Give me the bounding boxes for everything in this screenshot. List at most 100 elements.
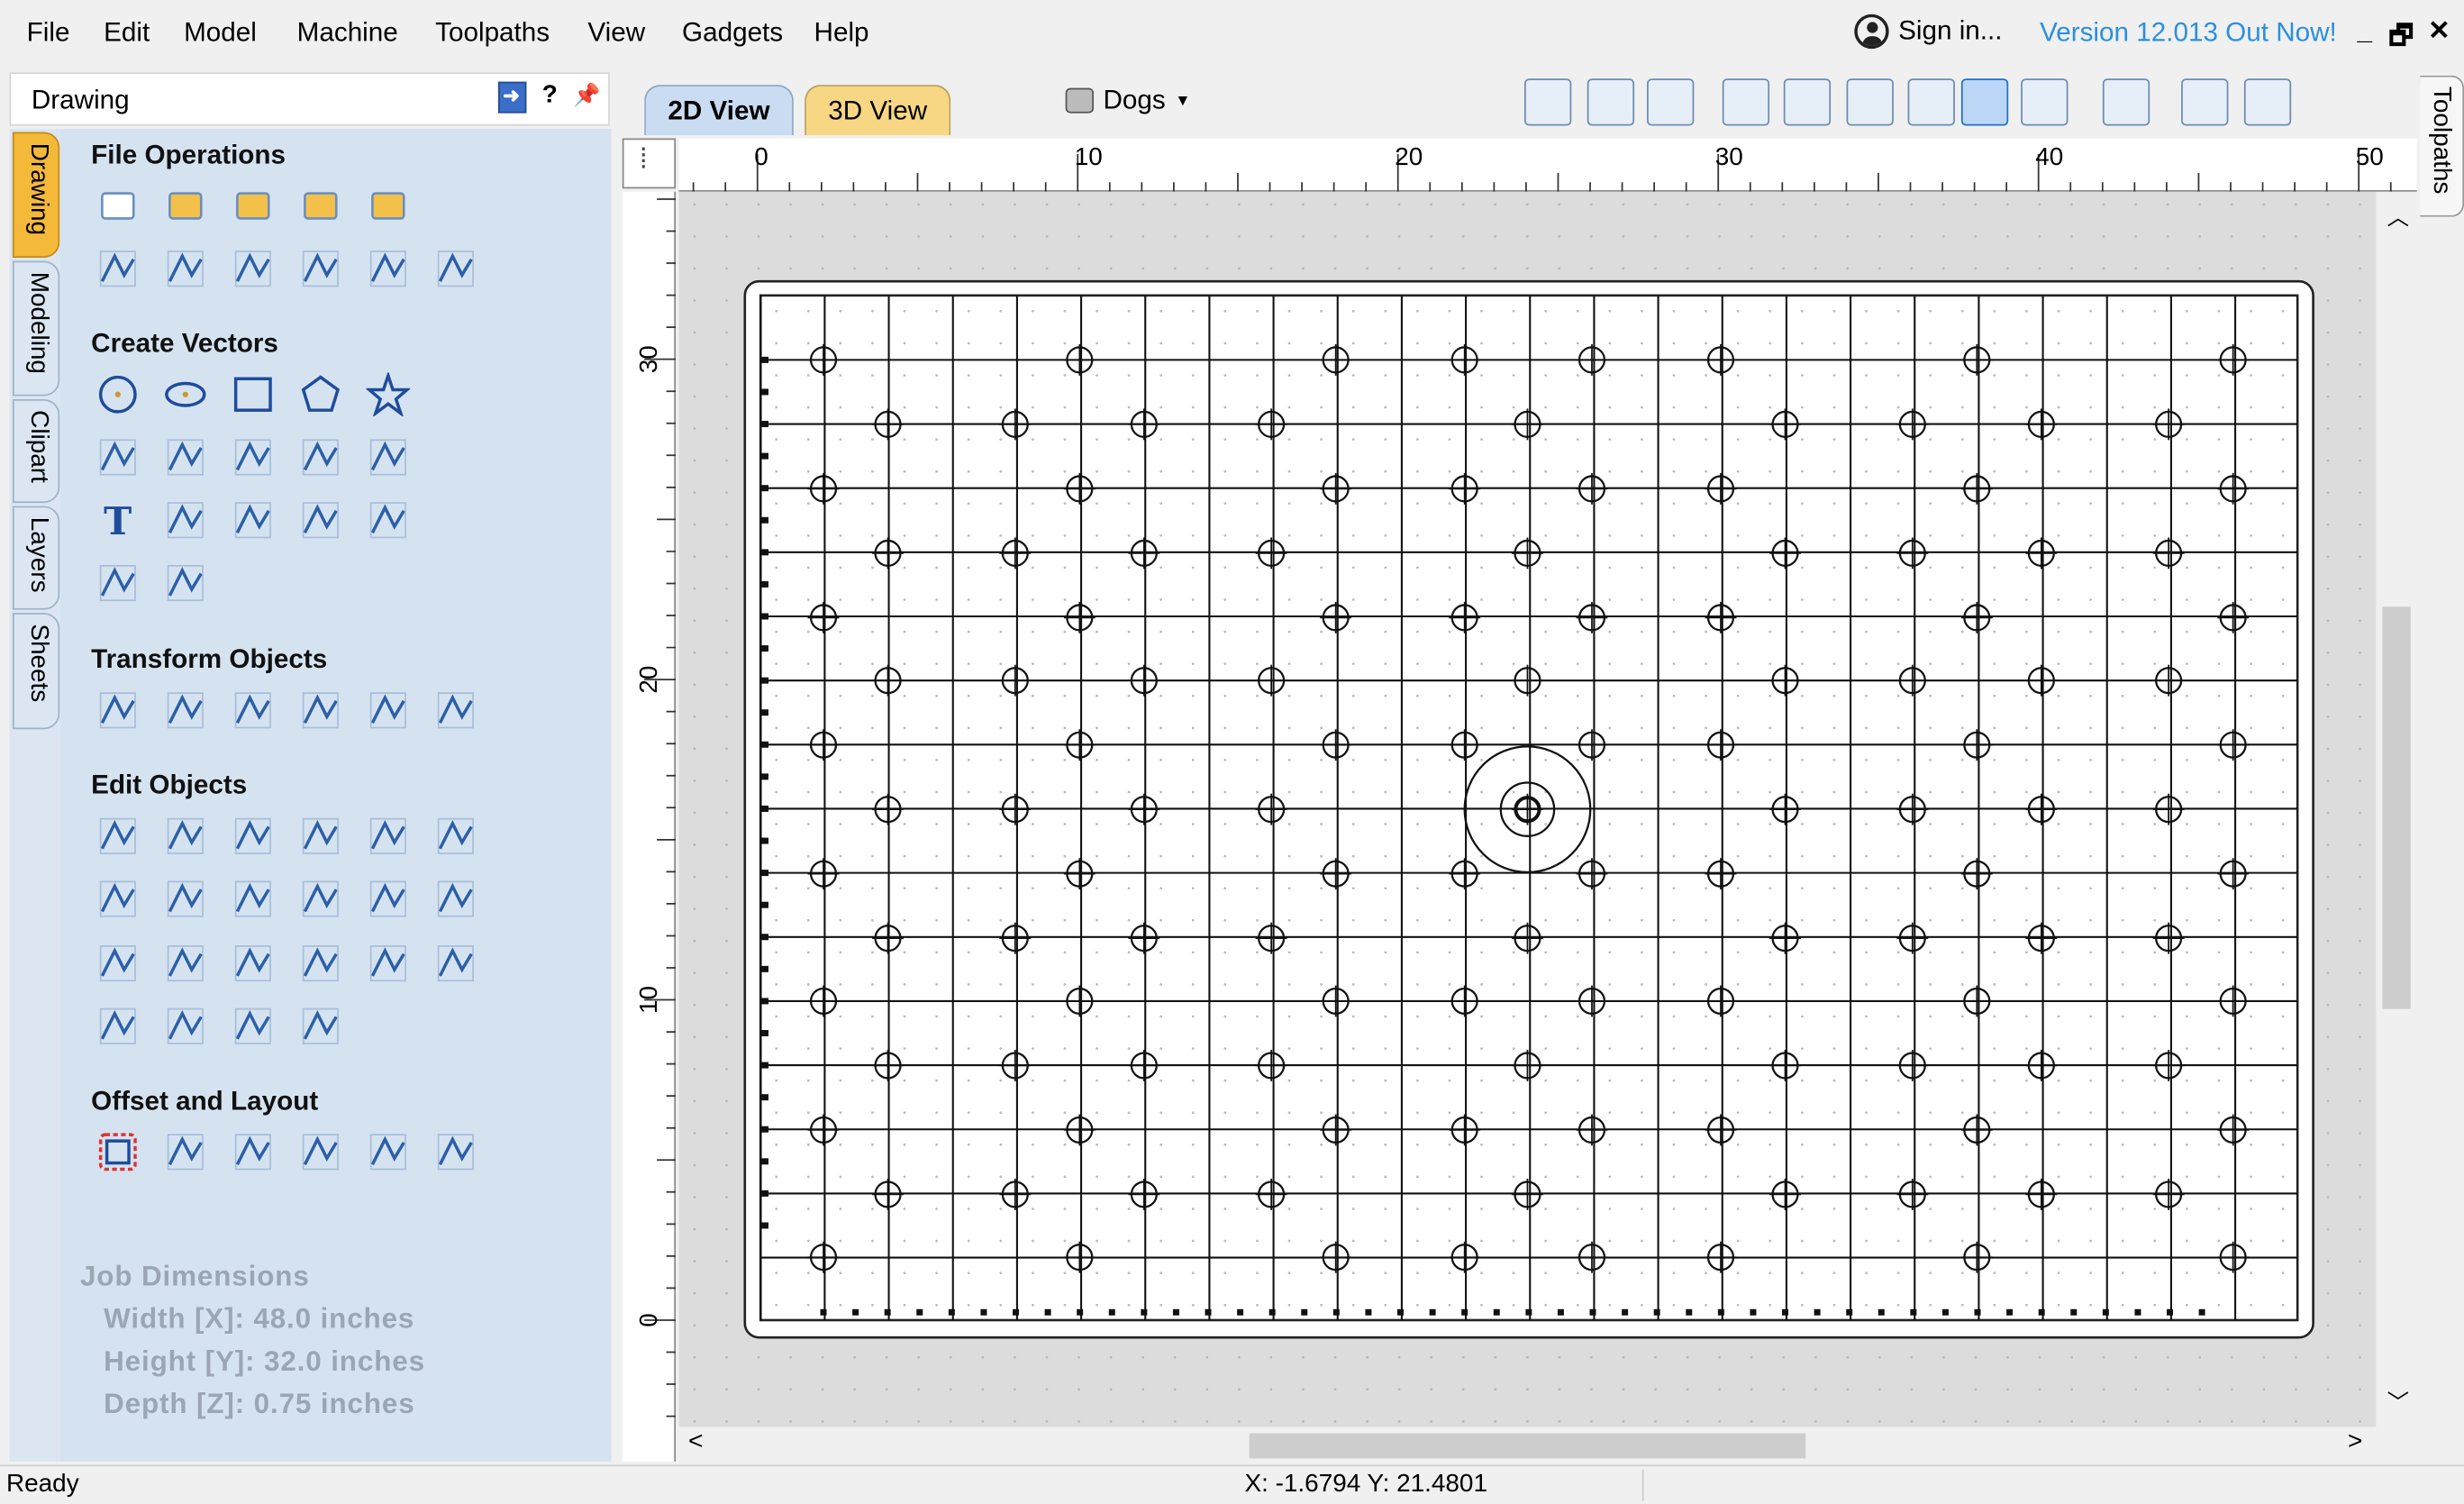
dimension-icon[interactable]	[162, 560, 209, 606]
menu-model[interactable]: Model	[184, 17, 257, 49]
layer-dropdown[interactable]: Dogs ▼	[1065, 85, 1190, 116]
scroll-up-icon[interactable]: ︿	[2387, 201, 2409, 232]
fit-view-icon[interactable]	[1523, 78, 1572, 126]
export-icon[interactable]	[365, 182, 412, 229]
set-size-icon[interactable]	[1587, 78, 1635, 126]
ruler-origin-button[interactable]: ⁞	[622, 138, 677, 189]
dock-icon[interactable]	[497, 81, 527, 114]
save-file-icon[interactable]	[230, 182, 277, 229]
tab-drawing[interactable]: Drawing	[12, 132, 60, 259]
drawing-canvas[interactable]	[678, 191, 2377, 1427]
pan-icon[interactable]	[1722, 78, 1770, 126]
menu-edit[interactable]: Edit	[104, 17, 150, 49]
circle-icon[interactable]	[95, 371, 141, 418]
close-button[interactable]: ✕	[2428, 15, 2450, 47]
snap-grid-icon[interactable]	[2021, 78, 2068, 126]
tab-clipart[interactable]: Clipart	[12, 398, 60, 504]
menu-view[interactable]: View	[587, 17, 645, 49]
polygon-icon[interactable]	[297, 371, 344, 418]
ungroup-icon[interactable]	[365, 813, 412, 860]
scale-icon[interactable]	[162, 687, 209, 734]
tab-2d-view[interactable]: 2D View	[644, 85, 794, 135]
ellipse-icon[interactable]	[162, 371, 209, 418]
snap-icon[interactable]	[1960, 78, 2009, 126]
new-file-icon[interactable]	[95, 182, 141, 229]
tab-toolpaths[interactable]: Toolpaths	[2420, 75, 2464, 217]
menu-machine[interactable]: Machine	[297, 17, 398, 49]
undo-icon[interactable]	[365, 245, 412, 292]
vertex-icon[interactable]	[162, 940, 209, 987]
measure-icon[interactable]	[432, 940, 479, 987]
spiral-s-icon[interactable]	[230, 433, 277, 480]
zoom-box-icon[interactable]	[1783, 78, 1832, 126]
scissors-icon[interactable]	[365, 875, 412, 922]
toolpath-icon[interactable]	[2102, 78, 2150, 126]
node-edit-icon[interactable]	[162, 813, 209, 860]
trim-icon[interactable]	[297, 875, 344, 922]
text-icon[interactable]: T	[95, 497, 141, 543]
tab-sheets[interactable]: Sheets	[12, 613, 60, 730]
offset-icon[interactable]	[95, 1128, 141, 1175]
cut-icon[interactable]	[162, 245, 209, 292]
zoom-selected-icon[interactable]	[1907, 78, 1955, 126]
menu-help[interactable]: Help	[814, 17, 869, 49]
scroll-down-icon[interactable]: ﹀	[2387, 1386, 2409, 1417]
menu-toolpaths[interactable]: Toolpaths	[435, 17, 550, 49]
select-icon[interactable]	[95, 813, 141, 860]
paste-icon[interactable]	[297, 245, 344, 292]
layout-right-icon[interactable]	[2243, 78, 2292, 126]
mirror-icon[interactable]	[297, 687, 344, 734]
text-box-icon[interactable]	[162, 497, 209, 543]
tab-modeling[interactable]: Modeling	[12, 260, 60, 397]
star-icon[interactable]	[365, 371, 412, 418]
text-edit-icon[interactable]	[297, 497, 344, 543]
edit-measure-icon[interactable]	[365, 940, 412, 987]
intersect-icon[interactable]	[230, 875, 277, 922]
horizontal-scroll-thumb[interactable]	[1249, 1433, 1806, 1459]
curve-fit-icon[interactable]	[230, 940, 277, 987]
smooth-icon[interactable]	[432, 813, 479, 860]
fillet-icon[interactable]	[432, 875, 479, 922]
polyline-icon[interactable]	[95, 433, 141, 480]
job-layout-icon[interactable]	[432, 1128, 479, 1175]
copy-icon[interactable]	[230, 245, 277, 292]
bitmap-trace-icon[interactable]	[95, 560, 141, 606]
text-on-curve-icon[interactable]	[230, 497, 277, 543]
import-icon[interactable]	[297, 182, 344, 229]
split-icon[interactable]	[297, 1003, 344, 1050]
zoom-extents-icon[interactable]	[1846, 78, 1894, 126]
rectangle-icon[interactable]	[230, 371, 277, 418]
curve-icon[interactable]	[162, 433, 209, 480]
extend-icon[interactable]	[162, 1003, 209, 1050]
minimize-button[interactable]: _	[2357, 15, 2372, 47]
corner-icon[interactable]	[230, 1003, 277, 1050]
arc-text-icon[interactable]	[365, 497, 412, 543]
vertical-scroll-thumb[interactable]	[2382, 606, 2411, 1009]
array-icon[interactable]	[162, 1128, 209, 1175]
move-icon[interactable]	[95, 687, 141, 734]
help-button[interactable]: ?	[542, 82, 558, 114]
tab-3d-view[interactable]: 3D View	[805, 85, 951, 135]
redo-icon[interactable]	[432, 245, 479, 292]
scroll-right-icon[interactable]: >	[2348, 1428, 2362, 1456]
spiral-icon[interactable]	[365, 433, 412, 480]
horizontal-scrollbar[interactable]: < >	[678, 1427, 2377, 1462]
circular-array-icon[interactable]	[230, 1128, 277, 1175]
angle-icon[interactable]	[95, 940, 141, 987]
menu-file[interactable]: File	[27, 17, 70, 49]
menu-gadgets[interactable]: Gadgets	[682, 17, 783, 49]
path-array-icon[interactable]	[297, 1128, 344, 1175]
subtract-icon[interactable]	[162, 875, 209, 922]
nest-icon[interactable]	[365, 1128, 412, 1175]
select-all-icon[interactable]	[95, 245, 141, 292]
join-icon[interactable]	[95, 1003, 141, 1050]
distort-icon[interactable]	[365, 687, 412, 734]
pin-icon[interactable]: 📌	[573, 82, 600, 114]
group-icon[interactable]	[297, 813, 344, 860]
transform-select-icon[interactable]	[230, 813, 277, 860]
grid-icon[interactable]	[1647, 78, 1695, 126]
center-icon[interactable]	[432, 687, 479, 734]
restore-button[interactable]: 🗗	[2388, 15, 2414, 61]
vertical-scrollbar[interactable]: ︿ ﹀	[2376, 191, 2417, 1427]
scroll-left-icon[interactable]: <	[688, 1428, 703, 1456]
